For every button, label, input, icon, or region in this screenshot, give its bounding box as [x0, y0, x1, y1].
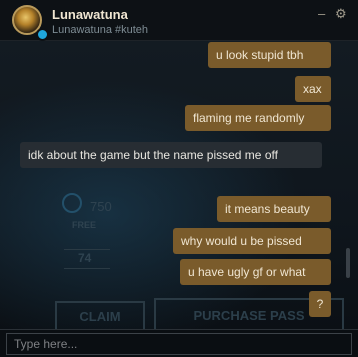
gear-icon[interactable]: ⚙ — [335, 7, 347, 21]
chat-message-sent: xax — [295, 76, 331, 102]
chat-message-sent: flaming me randomly — [185, 105, 331, 131]
background-level: 74 — [78, 251, 92, 265]
background-claim-button: CLAIM — [55, 301, 145, 329]
chat-message-sent: why would u be pissed — [173, 228, 331, 254]
chat-history[interactable]: 750 FREE 74 CLAIM PURCHASE PASS u look s… — [0, 41, 358, 329]
chat-message-sent: u have ugly gf or what — [180, 259, 331, 285]
background-token-icon — [62, 193, 82, 213]
chat-message-sent: it means beauty — [217, 196, 331, 222]
chat-header: Lunawatuna Lunawatuna #kuteh – ⚙ — [0, 0, 358, 41]
chat-message-sent: ? — [309, 291, 331, 317]
background-free-label: FREE — [72, 220, 97, 230]
chat-scrollbar[interactable] — [346, 248, 350, 278]
online-status-icon — [36, 28, 49, 41]
chat-message-input[interactable] — [6, 333, 352, 355]
chat-riot-id: Lunawatuna #kuteh — [52, 24, 149, 36]
minimize-icon[interactable]: – — [318, 7, 325, 21]
chat-message-sent: u look stupid tbh — [208, 42, 331, 68]
chat-input-bar — [0, 329, 358, 357]
background-price: 750 — [90, 199, 112, 214]
chat-username: Lunawatuna — [52, 7, 128, 22]
chat-message-received: idk about the game but the name pissed m… — [20, 142, 322, 168]
